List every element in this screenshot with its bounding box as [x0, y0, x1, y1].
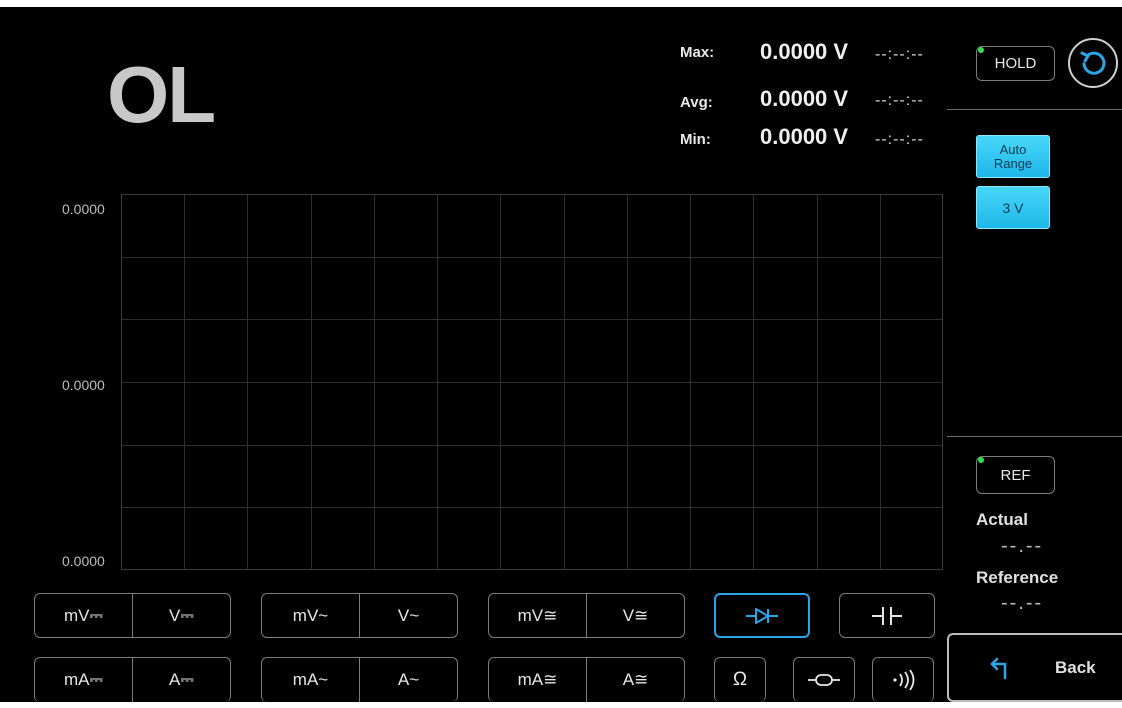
mode-capacitance-button[interactable]	[839, 593, 935, 638]
top-border	[0, 0, 1122, 7]
reference-label: Reference	[976, 568, 1059, 587]
max-time: --:--:--	[875, 46, 924, 63]
refresh-icon	[1080, 51, 1106, 75]
mode-pair-dc-current: mA⎓ A⎓	[34, 657, 231, 702]
continuity-icon	[893, 669, 915, 691]
mode-continuity-button[interactable]	[872, 657, 934, 702]
side-divider-top	[947, 109, 1122, 110]
main-reading: OL	[107, 50, 216, 139]
mode-fuse-button[interactable]	[793, 657, 855, 702]
capacitor-icon	[872, 606, 902, 625]
mode-ma-acdc[interactable]: mA≅	[489, 658, 586, 702]
mode-diode-button[interactable]	[714, 593, 810, 638]
ref-label: REF	[1000, 466, 1031, 484]
mode-ma-ac[interactable]: mA~	[262, 658, 359, 702]
ref-indicator	[978, 457, 984, 463]
trend-graph	[121, 194, 943, 570]
max-label: Max:	[680, 44, 715, 61]
reference-value: --.--	[1001, 592, 1044, 614]
mode-pair-acdc-current: mA≅ A≅	[488, 657, 685, 702]
mode-a-dc[interactable]: A⎓	[132, 658, 230, 702]
mode-mv-acdc[interactable]: mV≅	[489, 594, 586, 637]
reset-button[interactable]	[1068, 38, 1118, 88]
hold-label: HOLD	[994, 55, 1037, 72]
mode-v-dc[interactable]: V⎓	[132, 594, 230, 637]
mode-v-ac[interactable]: V~	[359, 594, 457, 637]
graph-mid-label: 0.0000	[62, 377, 105, 393]
multimeter-screen: OL Max: 0.0000 V --:--:-- Avg: 0.0000 V …	[0, 0, 1122, 708]
avg-label: Avg:	[680, 94, 713, 111]
actual-value: --.--	[1001, 535, 1044, 557]
mode-pair-ac-current: mA~ A~	[261, 657, 458, 702]
ref-button[interactable]: REF	[976, 456, 1055, 494]
mode-a-ac[interactable]: A~	[359, 658, 457, 702]
range-3v-button[interactable]: 3 V	[976, 186, 1050, 229]
mode-mv-ac[interactable]: mV~	[262, 594, 359, 637]
hold-indicator	[978, 47, 984, 53]
graph-top-label: 0.0000	[62, 201, 105, 217]
back-arrow-icon	[990, 657, 1007, 679]
graph-bottom-label: 0.0000	[62, 553, 105, 569]
diode-icon	[746, 607, 778, 624]
min-label: Min:	[680, 131, 711, 148]
mode-pair-acdc-voltage: mV≅ V≅	[488, 593, 685, 638]
mode-resistance-button[interactable]: Ω	[714, 657, 766, 702]
avg-time: --:--:--	[875, 92, 924, 109]
back-button[interactable]: Back	[947, 633, 1122, 702]
hold-button[interactable]: HOLD	[976, 46, 1055, 81]
mode-a-acdc[interactable]: A≅	[586, 658, 684, 702]
side-divider-bottom	[947, 436, 1122, 437]
auto-range-button[interactable]: Auto Range	[976, 135, 1050, 178]
fuse-icon	[808, 674, 840, 686]
min-value: 0.0000 V	[760, 124, 849, 149]
mode-pair-ac-voltage: mV~ V~	[261, 593, 458, 638]
mode-v-acdc[interactable]: V≅	[586, 594, 684, 637]
back-label: Back	[1055, 657, 1096, 677]
max-value: 0.0000 V	[760, 39, 849, 64]
avg-value: 0.0000 V	[760, 86, 849, 111]
actual-label: Actual	[976, 510, 1028, 529]
mode-ma-dc[interactable]: mA⎓	[35, 658, 132, 702]
mode-mv-dc[interactable]: mV⎓	[35, 594, 132, 637]
bottom-border	[0, 702, 1122, 708]
mode-pair-dc-voltage: mV⎓ V⎓	[34, 593, 231, 638]
min-time: --:--:--	[875, 131, 924, 148]
ohm-symbol: Ω	[732, 669, 748, 690]
